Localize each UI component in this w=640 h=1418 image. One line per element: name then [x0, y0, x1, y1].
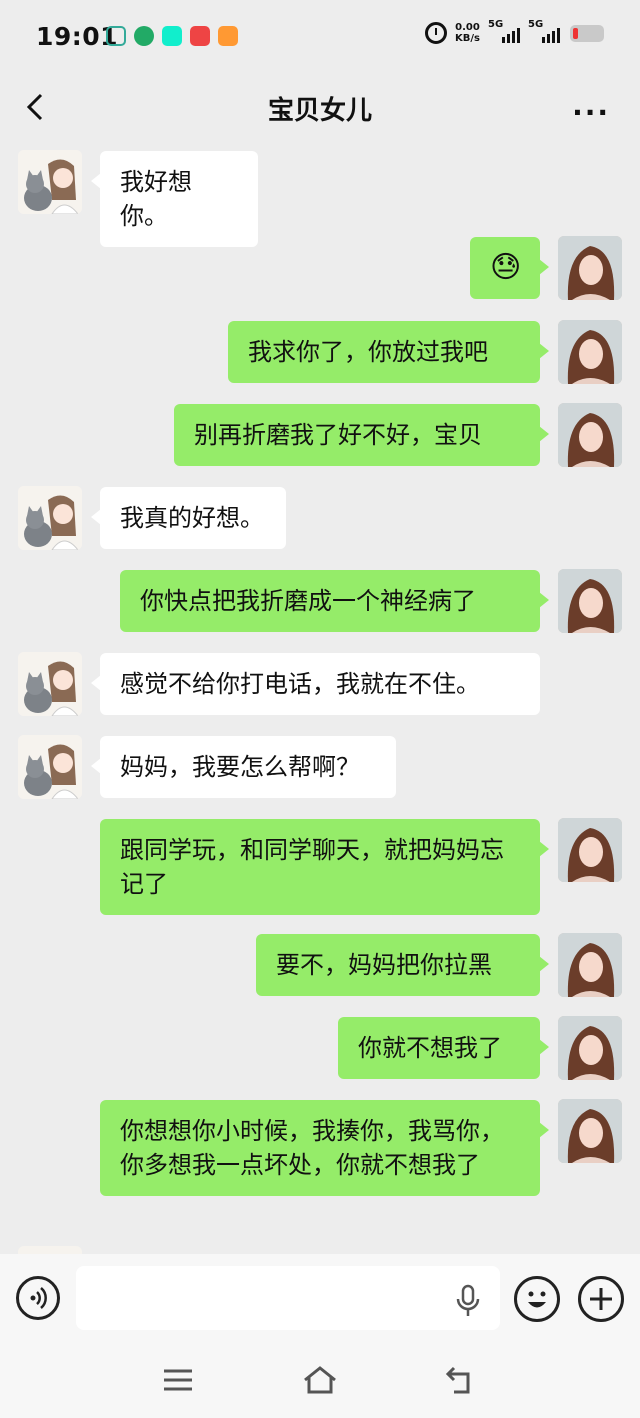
voice-mode-button[interactable] [16, 1276, 60, 1320]
video-app-icon [162, 26, 182, 46]
sent-message-bubble[interactable]: 你快点把我折磨成一个神经病了 [120, 570, 549, 632]
received-message-bubble[interactable]: 感觉不给你打电话，我就在不住。 [91, 653, 540, 715]
alarm-icon [425, 22, 448, 44]
microphone-icon[interactable] [454, 1284, 482, 1318]
voice-icon [30, 1287, 47, 1309]
shop-app-icon [190, 26, 210, 46]
notification-icons [106, 26, 238, 46]
sent-message-bubble[interactable]: 你就不想我了 [338, 1017, 549, 1079]
signal-icon-sim2: 5G [528, 19, 560, 43]
avatar-partial [18, 1246, 82, 1254]
contact-avatar[interactable] [18, 150, 82, 214]
chat-header: 宝贝女儿 ··· [0, 76, 640, 140]
more-functions-button[interactable] [578, 1276, 624, 1322]
my-avatar[interactable] [558, 236, 622, 300]
play-app-icon [218, 26, 238, 46]
chat-title: 宝贝女儿 [267, 96, 372, 126]
sent-message-bubble[interactable]: 我求你了，你放过我吧 [228, 321, 549, 383]
my-avatar[interactable] [558, 403, 622, 467]
my-avatar[interactable] [558, 1016, 622, 1080]
received-message-bubble[interactable]: 妈妈，我要怎么帮啊？ [91, 736, 396, 798]
my-avatar[interactable] [558, 818, 622, 882]
contact-avatar[interactable] [18, 486, 82, 550]
my-avatar[interactable] [558, 933, 622, 997]
my-avatar[interactable] [558, 1099, 622, 1163]
sent-message-bubble[interactable]: 😓 [470, 237, 549, 299]
sent-message-bubble[interactable]: 跟同学玩，和同学聊天，就把妈妈忘记了 [100, 819, 549, 915]
received-message-bubble[interactable]: 我真的好想。 [91, 487, 286, 549]
net-speed-unit: KB/s [455, 33, 480, 44]
emoji-button[interactable] [514, 1276, 560, 1322]
system-navigation-bar [0, 1344, 640, 1418]
home-app-icon [106, 26, 126, 46]
smiley-icon [528, 1291, 546, 1308]
message-input[interactable] [76, 1266, 500, 1330]
status-bar: 19:01 0.00 KB/s 5G 5G [0, 0, 640, 76]
sim2-label: 5G [528, 19, 544, 30]
sent-message-bubble[interactable]: 别再折磨我了好不好，宝贝 [174, 404, 549, 466]
signal-icon-sim1: 5G [488, 19, 520, 43]
more-options-icon[interactable]: ··· [572, 96, 610, 129]
network-speed: 0.00 KB/s [455, 22, 480, 44]
sent-message-bubble[interactable]: 你想想你小时候，我揍你，我骂你，你多想我一点坏处，你就不想我了 [100, 1100, 549, 1196]
received-message-bubble[interactable]: 我好想你。 [91, 151, 258, 247]
contact-avatar[interactable] [18, 735, 82, 799]
back-nav-icon[interactable] [444, 1364, 480, 1396]
sim1-label: 5G [488, 19, 504, 30]
sent-message-bubble[interactable]: 要不，妈妈把你拉黑 [256, 934, 549, 996]
net-speed-value: 0.00 [455, 22, 480, 33]
my-avatar[interactable] [558, 320, 622, 384]
home-icon[interactable] [302, 1364, 338, 1396]
paw-app-icon [134, 26, 154, 46]
input-bar [0, 1254, 640, 1344]
battery-icon [570, 24, 604, 42]
menu-icon[interactable] [160, 1364, 196, 1396]
my-avatar[interactable] [558, 569, 622, 633]
contact-avatar[interactable] [18, 652, 82, 716]
plus-icon [590, 1288, 612, 1310]
